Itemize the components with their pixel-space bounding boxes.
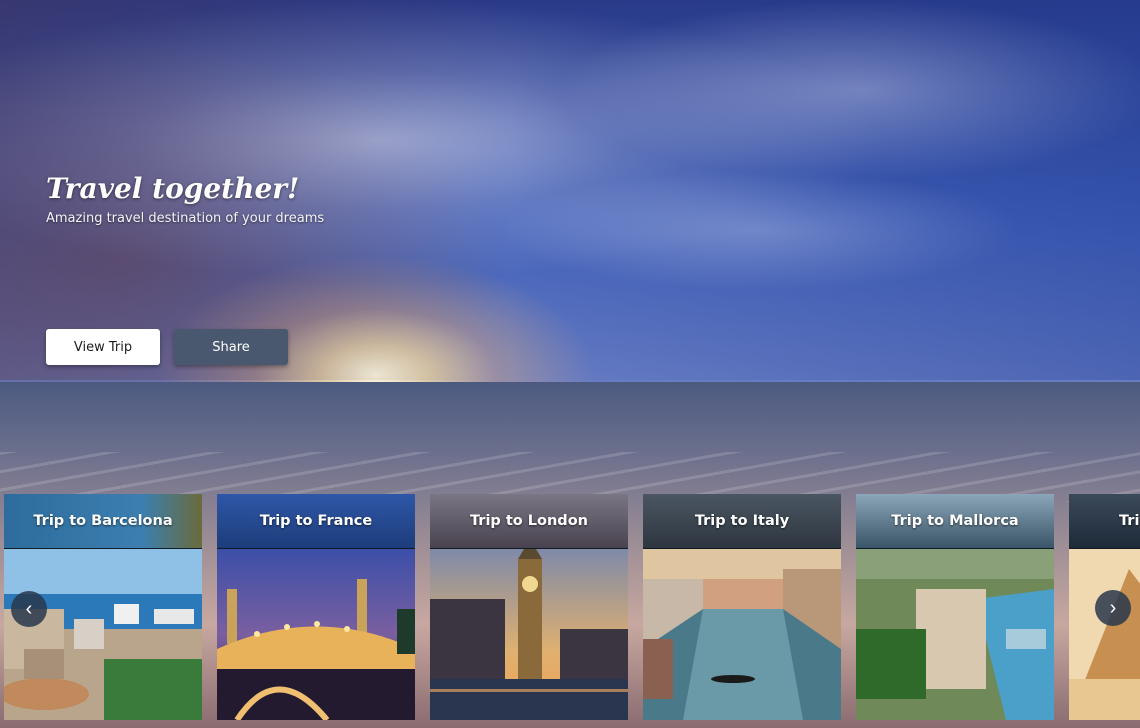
barcelona-image bbox=[4, 549, 202, 720]
trip-card-london[interactable]: Trip to London bbox=[430, 494, 628, 720]
trip-carousel: Trip to Barcelona Trip to France Trip to… bbox=[0, 494, 1140, 728]
italy-image bbox=[643, 549, 841, 720]
trip-card-italy[interactable]: Trip to Italy bbox=[643, 494, 841, 720]
chevron-left-icon: ‹ bbox=[25, 598, 33, 620]
hero-title: Travel together! bbox=[46, 172, 300, 205]
hero-subtitle: Amazing travel destination of your dream… bbox=[46, 211, 325, 226]
partial-card-image bbox=[1069, 549, 1140, 720]
trip-card-mallorca[interactable]: Trip to Mallorca bbox=[856, 494, 1054, 720]
card-title: Trip to Mallorca bbox=[856, 494, 1054, 548]
chevron-right-icon: › bbox=[1109, 597, 1117, 619]
view-trip-button[interactable]: View Trip bbox=[46, 329, 160, 365]
card-title: Trip to France bbox=[217, 494, 415, 548]
card-title: Trip to Barcelona bbox=[4, 494, 202, 548]
card-title: Tri bbox=[1069, 494, 1140, 548]
london-image bbox=[430, 549, 628, 720]
card-title: Trip to London bbox=[430, 494, 628, 548]
mallorca-image bbox=[856, 549, 1054, 720]
france-image bbox=[217, 549, 415, 720]
carousel-prev-button[interactable]: ‹ bbox=[11, 591, 47, 627]
carousel-next-button[interactable]: › bbox=[1095, 590, 1131, 626]
share-button[interactable]: Share bbox=[174, 329, 288, 365]
trip-card-france[interactable]: Trip to France bbox=[217, 494, 415, 720]
card-title: Trip to Italy bbox=[643, 494, 841, 548]
